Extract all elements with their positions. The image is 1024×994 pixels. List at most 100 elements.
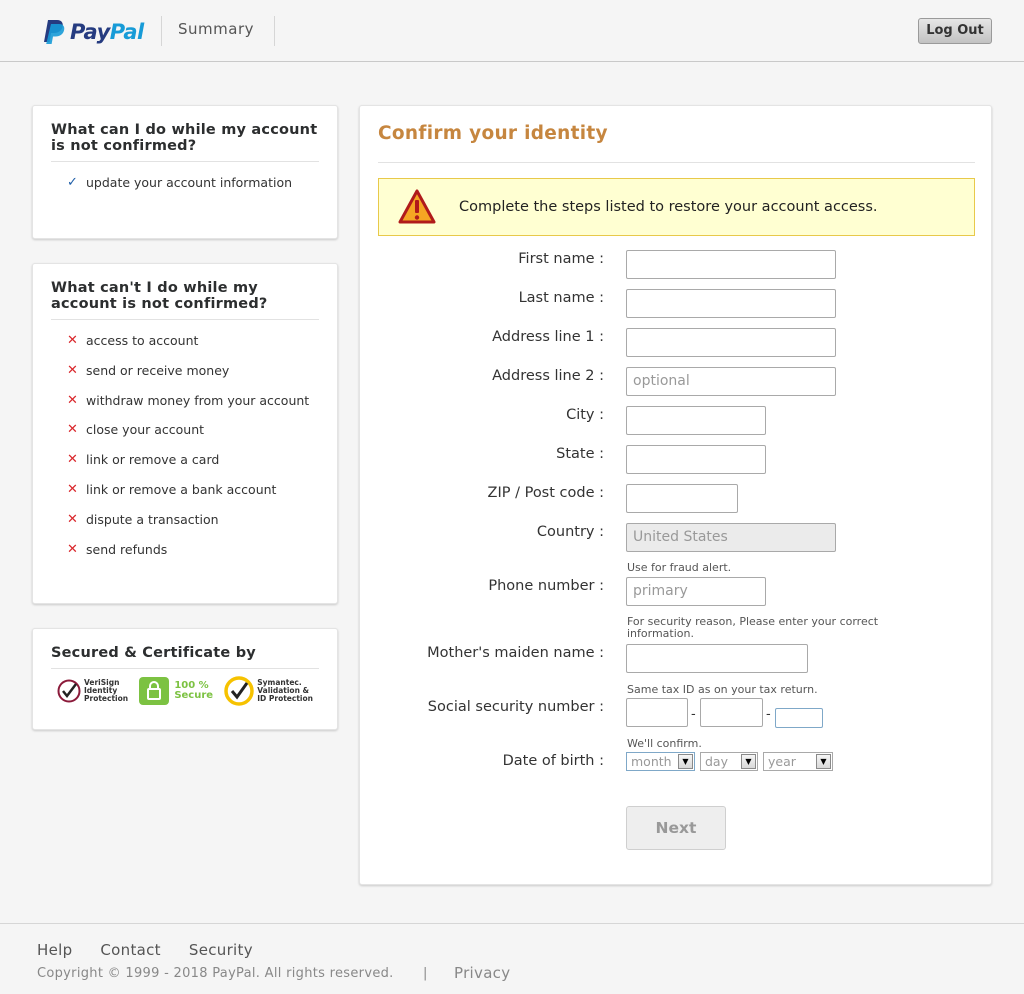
maiden-name-label: Mother's maiden name : [427,645,604,661]
lock-badge-icon [139,677,170,705]
address-line1-label: Address line 1 : [492,329,604,345]
list-item-label: link or remove a bank account [86,481,277,497]
chevron-down-icon: ▼ [816,754,831,769]
list-item-label: dispute a transaction [86,511,219,527]
state-input[interactable] [626,445,766,474]
nav-summary-link[interactable]: Summary [178,20,254,38]
can-do-panel: What can I do while my account is not co… [32,105,338,239]
badge-line: ID Protection [257,694,313,703]
list-item: ✕ dispute a transaction [51,512,319,542]
cross-icon: ✕ [67,541,78,557]
secure-lock-badge: 100 % Secure [139,677,213,705]
paypal-p-icon [44,20,65,44]
logo-pal-text: Pal [109,20,144,44]
country-input: United States [626,523,836,552]
confirm-identity-card: Confirm your identity Complete the steps… [359,105,992,885]
ssn-part3-input[interactable] [775,708,823,728]
list-item-label: access to account [86,333,199,348]
zip-input[interactable] [626,484,738,513]
cross-icon: ✕ [67,452,78,468]
next-button[interactable]: Next [626,806,726,850]
footer-links: Help Contact Security [37,941,253,959]
dob-month-select[interactable]: month ▼ [626,752,695,771]
dob-day-value: day [705,754,728,769]
ssn-label: Social security number : [427,699,604,715]
dob-year-select[interactable]: year ▼ [763,752,833,771]
page-footer: Help Contact Security Copyright © 1999 -… [0,923,1024,994]
title-divider [378,162,975,163]
phone-label: Phone number : [488,578,604,594]
alert-message: Complete the steps listed to restore you… [459,199,878,215]
badge-line: Protection [84,694,129,703]
header-divider [161,16,162,46]
header-divider [274,16,275,46]
first-name-label: First name : [518,251,604,267]
secured-title: Secured & Certificate by [51,629,319,669]
ssn-separator: - [691,707,696,722]
ssn-separator: - [766,707,771,722]
first-name-input[interactable] [626,250,836,279]
chevron-down-icon: ▼ [678,754,693,769]
maiden-hint-line: information. [627,627,694,640]
maiden-hint: For security reason, Please enter your c… [627,616,878,640]
list-item-label: update your account information [86,175,293,190]
can-do-title: What can I do while my account is not co… [51,106,319,162]
list-item: ✕ withdraw money from your account [51,393,319,423]
list-item: ✕ link or remove a bank account [51,482,319,512]
cross-icon: ✕ [67,422,78,438]
paypal-wordmark: PayPal [70,20,144,44]
phone-input[interactable]: primary [626,577,766,606]
state-label: State : [556,446,604,462]
zip-label: ZIP / Post code : [487,485,604,501]
top-header: PayPal Summary Log Out [0,0,1024,62]
list-item-label: withdraw money from your account [86,392,310,408]
list-item: ✓ update your account information [51,175,319,205]
cross-icon: ✕ [67,511,78,527]
cross-icon: ✕ [67,333,78,348]
country-label: Country : [536,524,604,540]
footer-link-privacy[interactable]: Privacy [454,964,510,982]
list-item: ✕ link or remove a card [51,452,319,482]
verisign-badge: VeriSign Identity Protection [57,679,128,703]
footer-link-help[interactable]: Help [37,941,72,959]
maiden-name-input[interactable] [626,644,808,673]
list-item-label: send or receive money [86,362,230,378]
list-item-label: link or remove a card [86,452,220,468]
footer-link-security[interactable]: Security [189,941,253,959]
cross-icon: ✕ [67,481,78,497]
badge-line: Secure [174,690,214,701]
symantec-badge-icon [224,676,254,706]
dob-month-value: month [631,754,672,769]
logout-button[interactable]: Log Out [918,18,992,44]
copyright-text: Copyright © 1999 - 2018 PayPal. All righ… [37,966,394,981]
dob-label: Date of birth : [502,753,604,769]
footer-link-contact[interactable]: Contact [100,941,160,959]
warning-icon [398,189,436,224]
ssn-part2-input[interactable] [700,698,763,727]
phone-hint: Use for fraud alert. [627,561,732,574]
dob-day-select[interactable]: day ▼ [700,752,758,771]
cannot-do-list: ✕ access to account ✕ send or receive mone… [51,333,319,571]
last-name-label: Last name : [518,290,604,306]
city-input[interactable] [626,406,766,435]
cannot-do-panel: What can't I do while my account is not … [32,263,338,604]
footer-separator: | [423,966,428,981]
logo-pay-text: Pay [70,20,110,44]
address-line1-input[interactable] [626,328,836,357]
ssn-hint: Same tax ID as on your tax return. [627,683,818,696]
verisign-badge-icon [57,679,81,703]
address-line2-label: Address line 2 : [492,368,604,384]
can-do-list: ✓ update your account information [51,175,319,205]
symantec-badge: Symantec. Validation & ID Protection [224,676,313,706]
check-icon: ✓ [67,175,78,190]
address-line2-input[interactable]: optional [626,367,836,396]
paypal-logo[interactable]: PayPal [41,18,144,46]
last-name-input[interactable] [626,289,836,318]
cannot-do-title: What can't I do while my account is not … [51,264,319,320]
dob-year-value: year [768,754,796,769]
ssn-part1-input[interactable] [626,698,688,727]
list-item: ✕ send or receive money [51,363,319,393]
list-item: ✕ close your account [51,422,319,452]
security-badges: VeriSign Identity Protection 100 % Secur… [51,669,319,706]
warning-alert: Complete the steps listed to restore you… [378,178,975,236]
